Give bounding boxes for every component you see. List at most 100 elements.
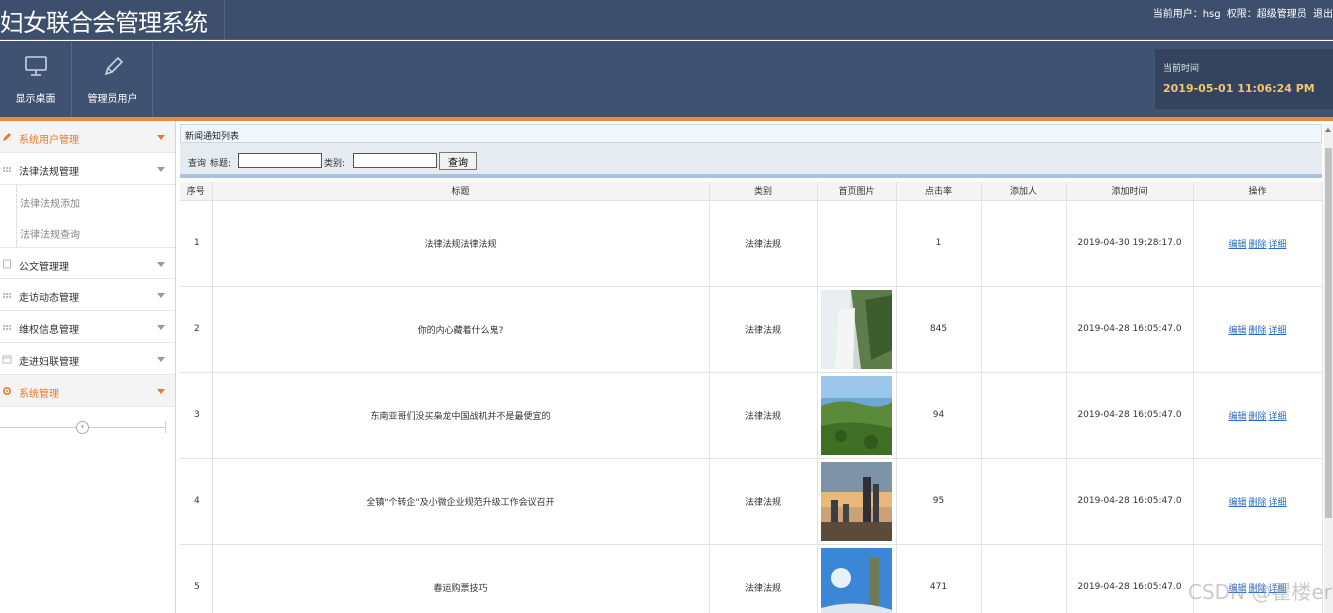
show-desktop-button[interactable]: 显示桌面 — [0, 41, 72, 117]
panel-title: 新闻通知列表 — [180, 124, 1322, 143]
row-clicks: 1 — [896, 200, 982, 287]
sidebar-item-documents[interactable]: 公文管理理 — [0, 247, 175, 279]
sidebar-item-label: 走进妇联管理 — [19, 357, 79, 368]
logout-link[interactable]: 退出 — [1313, 9, 1333, 20]
row-image-cell — [817, 544, 897, 613]
row-type: 法律法规 — [709, 544, 818, 613]
column-header: 首页图片 — [817, 182, 897, 201]
detail-link[interactable]: 详细 — [1269, 412, 1287, 422]
admin-user-button[interactable]: 管理员用户 — [73, 41, 153, 117]
table-row: 4 全镇"个转企"及小微企业规范升级工作会议召开 法律法规 95 2019-04… — [180, 458, 1323, 545]
collapse-tick — [165, 421, 166, 433]
delete-link[interactable]: 删除 — [1248, 240, 1266, 250]
sidebar-subitem-laws-query[interactable]: 法律法规查询 — [16, 216, 175, 247]
search-bar: 查询 标题: 类别: 查询 — [180, 143, 1322, 178]
edit-link[interactable]: 编辑 — [1228, 412, 1246, 422]
row-time: 2019-04-28 16:05:47.0 — [1066, 544, 1194, 613]
sidebar-subitem-laws-add[interactable]: 法律法规添加 — [16, 185, 175, 216]
sub-item-label: 法律法规添加 — [20, 199, 80, 210]
row-image-cell — [817, 286, 897, 373]
gear-icon — [2, 386, 12, 396]
chevron-down-icon — [157, 357, 165, 362]
row-adder — [981, 286, 1067, 373]
detail-link[interactable]: 详细 — [1269, 498, 1287, 508]
row-image-cell — [817, 200, 897, 287]
row-number: 1 — [180, 200, 213, 287]
delete-link[interactable]: 删除 — [1248, 326, 1266, 336]
row-time: 2019-04-28 16:05:47.0 — [1066, 458, 1194, 545]
sidebar-item-label: 系统管理 — [19, 389, 59, 400]
column-header: 类别 — [709, 182, 818, 201]
sidebar-item-visits[interactable]: 走访动态管理 — [0, 279, 175, 311]
current-time-box: 当前时间 2019-05-01 11:06:24 PM — [1155, 49, 1333, 109]
pencil-icon — [104, 56, 123, 76]
edit-link[interactable]: 编辑 — [1228, 326, 1246, 336]
current-time-value: 2019-05-01 11:06:24 PM — [1163, 82, 1315, 95]
column-header: 操作 — [1193, 182, 1323, 201]
title-label: 标题: — [210, 159, 232, 169]
row-number: 2 — [180, 286, 213, 373]
main-content: 新闻通知列表 查询 标题: 类别: 查询 序号 标题 类别 首页图片 点击率 添… — [180, 124, 1323, 613]
edit-link[interactable]: 编辑 — [1228, 498, 1246, 508]
row-clicks: 95 — [896, 458, 982, 545]
chevron-left-icon[interactable]: ‹ — [76, 421, 89, 434]
row-time: 2019-04-28 16:05:47.0 — [1066, 286, 1194, 373]
app-title: 妇女联合会管理系统 — [0, 9, 208, 37]
grid-icon — [3, 325, 11, 330]
type-search-input[interactable] — [353, 153, 437, 168]
column-header: 点击率 — [896, 182, 982, 201]
waterfall-image — [821, 289, 892, 369]
type-label: 类别: — [324, 159, 346, 169]
calendar-icon — [2, 355, 12, 364]
table-row: 2 你的内心藏着什么鬼? 法律法规 845 2019-04-28 16:05:4… — [180, 286, 1323, 373]
row-type: 法律法规 — [709, 286, 818, 373]
role-label: 权限：超级管理员 — [1226, 9, 1307, 20]
row-type: 法律法规 — [709, 458, 818, 545]
row-number: 4 — [180, 458, 213, 545]
delete-link[interactable]: 删除 — [1248, 498, 1266, 508]
title-search-input[interactable] — [238, 153, 322, 168]
current-time-label: 当前时间 — [1163, 64, 1200, 74]
detail-link[interactable]: 详细 — [1269, 326, 1287, 336]
row-adder — [981, 458, 1067, 545]
row-title: 全镇"个转企"及小微企业规范升级工作会议召开 — [212, 458, 710, 545]
row-time: 2019-04-30 19:28:17.0 — [1066, 200, 1194, 287]
row-actions: 编辑 删除 详细 — [1193, 286, 1323, 373]
row-number: 3 — [180, 372, 213, 459]
row-title: 你的内心藏着什么鬼? — [212, 286, 710, 373]
sidebar-item-about[interactable]: 走进妇联管理 — [0, 343, 175, 375]
sidebar-item-label: 系统用户管理 — [19, 135, 79, 146]
row-title: 法律法规法律法规 — [212, 200, 710, 287]
row-actions: 编辑 删除 详细 — [1193, 458, 1323, 545]
sidebar-item-rights[interactable]: 维权信息管理 — [0, 311, 175, 343]
admin-user-label: 管理员用户 — [87, 94, 138, 105]
edit-link[interactable]: 编辑 — [1228, 240, 1246, 250]
sky-image — [821, 547, 892, 613]
row-clicks: 845 — [896, 286, 982, 373]
table-row: 3 东南亚哥们没买枭龙中国战机并不是最便宜的 法律法规 94 2019-04-2… — [180, 372, 1323, 459]
news-table: 序号 标题 类别 首页图片 点击率 添加人 添加时间 操作 1 法律法规法律法规… — [180, 182, 1323, 613]
search-button[interactable]: 查询 — [439, 152, 477, 170]
scrollbar-thumb[interactable] — [1325, 148, 1332, 518]
sidebar-item-system[interactable]: 系统管理 — [0, 375, 175, 407]
sidebar: 系统用户管理 法律法规管理 法律法规添加 法律法规查询 公文管理理 走访动态管理… — [0, 121, 176, 613]
scroll-up-icon[interactable] — [1325, 128, 1331, 132]
current-user-label: 当前用户：hsg — [1152, 9, 1221, 20]
city-image — [821, 461, 892, 541]
sidebar-item-label: 法律法规管理 — [19, 167, 79, 178]
row-title: 春运购票技巧 — [212, 544, 710, 613]
row-title: 东南亚哥们没买枭龙中国战机并不是最便宜的 — [212, 372, 710, 459]
document-icon — [3, 259, 11, 269]
toolbar: 显示桌面 管理员用户 当前时间 2019-05-01 11:06:24 PM — [0, 41, 1333, 117]
delete-link[interactable]: 删除 — [1248, 412, 1266, 422]
sidebar-item-laws[interactable]: 法律法规管理 — [0, 153, 175, 185]
row-type: 法律法规 — [709, 372, 818, 459]
row-adder — [981, 200, 1067, 287]
top-header: 妇女联合会管理系统 当前用户：hsg 权限：超级管理员 退出 — [0, 0, 1333, 40]
user-info: 当前用户：hsg 权限：超级管理员 退出 — [1150, 5, 1333, 20]
sidebar-item-system-users[interactable]: 系统用户管理 — [0, 121, 175, 153]
grid-icon — [3, 293, 11, 298]
sub-item-label: 法律法规查询 — [20, 230, 80, 241]
detail-link[interactable]: 详细 — [1269, 240, 1287, 250]
vertical-scrollbar[interactable] — [1324, 124, 1333, 613]
